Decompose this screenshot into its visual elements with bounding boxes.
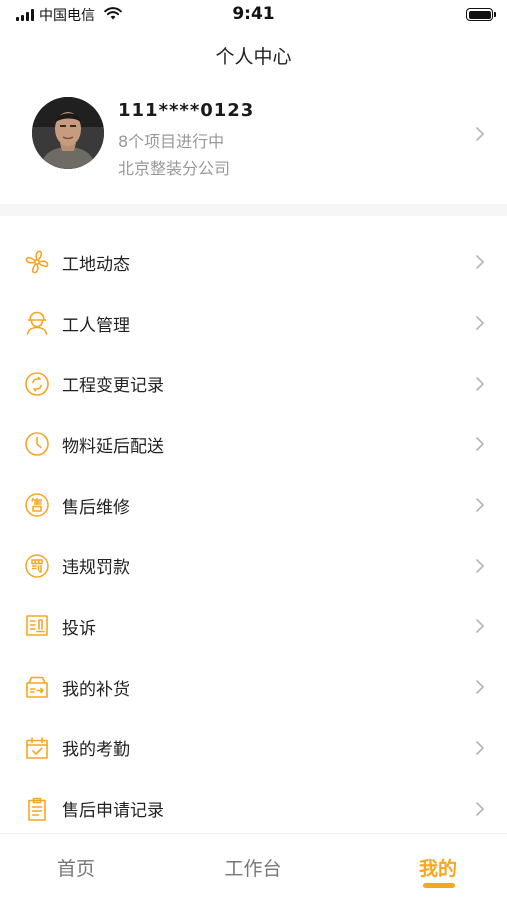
chevron-right-icon: [475, 315, 485, 335]
section-divider: [0, 204, 507, 216]
after-sale-icon: [24, 492, 50, 518]
tab-bar: 首页 工作台 我的: [0, 833, 507, 900]
refresh-icon: [24, 371, 50, 397]
menu-item-my-restock[interactable]: 我的补货: [0, 657, 507, 718]
profile-card[interactable]: 111****0123 8个项目进行中 北京整装分公司: [0, 92, 507, 184]
menu-item-label: 我的补货: [62, 679, 130, 700]
tab-mine[interactable]: 我的: [410, 854, 466, 881]
menu-item-worker-management[interactable]: 工人管理: [0, 293, 507, 354]
profile-company: 北京整装分公司: [118, 159, 231, 178]
menu-item-after-sale-requests[interactable]: 售后申请记录: [0, 778, 507, 839]
complaint-icon: [24, 613, 50, 639]
fine-icon: [24, 553, 50, 579]
fan-icon: [24, 249, 50, 275]
menu-item-site-updates[interactable]: 工地动态: [0, 232, 507, 293]
chevron-right-icon: [475, 126, 485, 146]
clipboard-icon: [24, 796, 50, 822]
menu-item-change-records[interactable]: 工程变更记录: [0, 353, 507, 414]
menu-item-label: 我的考勤: [62, 740, 130, 761]
menu-item-label: 工程变更记录: [62, 376, 164, 397]
clock-icon: [24, 431, 50, 457]
restock-icon: [24, 674, 50, 700]
worker-icon: [24, 310, 50, 336]
menu-item-delayed-delivery[interactable]: 物料延后配送: [0, 414, 507, 475]
menu-item-label: 投诉: [62, 618, 96, 639]
tab-home[interactable]: 首页: [46, 854, 106, 881]
menu-item-label: 售后维修: [62, 497, 130, 518]
chevron-right-icon: [475, 254, 485, 274]
chevron-right-icon: [475, 558, 485, 578]
menu-item-label: 工人管理: [62, 315, 130, 336]
menu-item-label: 售后申请记录: [62, 801, 164, 822]
menu-item-my-attendance[interactable]: 我的考勤: [0, 718, 507, 779]
menu-item-complaint[interactable]: 投诉: [0, 596, 507, 657]
calendar-check-icon: [24, 735, 50, 761]
menu-item-label: 工地动态: [62, 254, 130, 275]
avatar[interactable]: [32, 97, 104, 169]
chevron-right-icon: [475, 801, 485, 821]
profile-projects: 8个项目进行中: [118, 132, 225, 151]
menu-item-label: 违规罚款: [62, 558, 130, 579]
battery-icon: [466, 8, 496, 21]
chevron-right-icon: [475, 740, 485, 760]
status-time: 9:41: [232, 4, 275, 24]
active-tab-indicator: [423, 883, 455, 888]
menu-list: 工地动态 工人管理 工程变更记录 物料延后配送 售后维修 违规罚款 投诉 我的补…: [0, 232, 507, 839]
tab-workbench[interactable]: 工作台: [218, 854, 288, 881]
menu-item-label: 物料延后配送: [62, 436, 164, 457]
page-title: 个人中心: [215, 46, 292, 68]
chevron-right-icon: [475, 376, 485, 396]
status-bar: 中国电信 9:41: [0, 0, 507, 30]
chevron-right-icon: [475, 436, 485, 456]
menu-item-violation-fines[interactable]: 违规罚款: [0, 535, 507, 596]
chevron-right-icon: [475, 497, 485, 517]
profile-phone: 111****0123: [118, 100, 255, 121]
chevron-right-icon: [475, 618, 485, 638]
menu-item-after-sale-repair[interactable]: 售后维修: [0, 475, 507, 536]
chevron-right-icon: [475, 679, 485, 699]
